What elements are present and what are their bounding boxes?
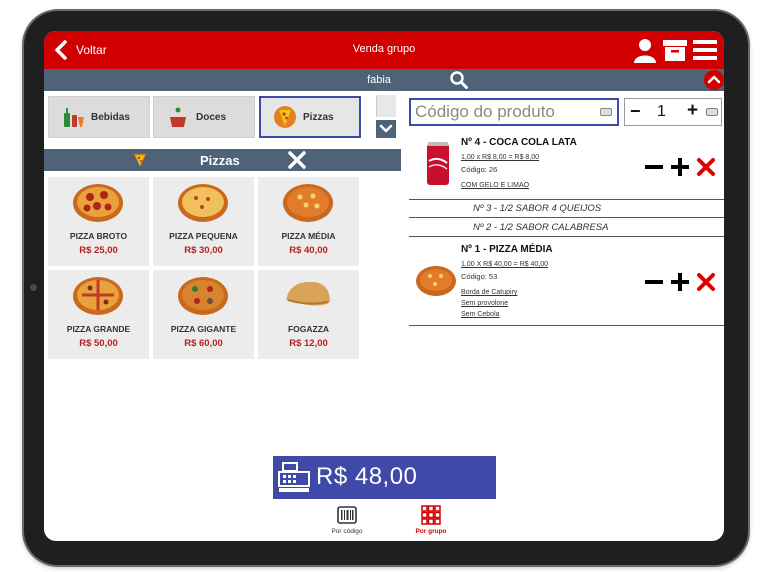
top-bar: Voltar Venda grupo	[44, 31, 724, 69]
category-doces[interactable]: Doces	[153, 96, 255, 138]
nav-por-grupo[interactable]: Por grupo	[398, 505, 464, 541]
pizza-image	[178, 184, 228, 222]
product-name: FOGAZZA	[287, 324, 330, 334]
item-note: Sem Cebola	[461, 311, 500, 318]
scrollbar[interactable]	[376, 95, 396, 117]
pizza-image	[73, 277, 123, 315]
item-line: 1,00 x R$ 8,00 = R$ 8,00	[461, 154, 540, 161]
group-title: Pizzas	[200, 153, 240, 168]
quantity-plus-button[interactable]: +	[687, 100, 698, 122]
product-name: PIZZA MÉDIA	[281, 231, 336, 241]
barcode-icon	[337, 506, 357, 524]
quantity-minus-button[interactable]: −	[630, 101, 641, 122]
pizza-image	[73, 184, 123, 222]
sweets-icon	[170, 107, 186, 127]
item-note: COM GELO E LIMAO	[461, 182, 530, 189]
app-screen: Voltar Venda grupo fabia Bebidas Doces P…	[44, 31, 724, 541]
product-card[interactable]: FOGAZZA R$ 12,00	[258, 270, 359, 359]
category-label: Bebidas	[91, 111, 130, 123]
grid-icon	[421, 505, 441, 525]
user-name: fabia	[367, 74, 391, 86]
bottom-nav: Por código Por grupo	[314, 503, 464, 541]
collapse-icon[interactable]	[704, 70, 724, 90]
product-name: PIZZA GIGANTE	[170, 324, 237, 334]
item-title: Nº 1 - PIZZA MÉDIA	[461, 244, 553, 255]
chevron-down-icon[interactable]	[376, 120, 396, 138]
keyboard-icon[interactable]	[600, 108, 612, 116]
archive-icon[interactable]	[662, 37, 688, 63]
item-code: Código: 26	[461, 165, 498, 174]
search-icon[interactable]	[449, 70, 469, 90]
category-scroller	[376, 93, 396, 141]
product-card[interactable]: PIZZA BROTO R$ 25,00	[48, 177, 149, 266]
quantity-value[interactable]: 1	[657, 103, 666, 121]
close-icon[interactable]	[287, 150, 307, 170]
product-name: PIZZA GRANDE	[66, 324, 131, 334]
half-flavor-line: Nº 2 - 1/2 SABOR CALABRESA	[409, 219, 724, 237]
nav-por-codigo[interactable]: Por código	[314, 505, 380, 541]
category-list: Bebidas Doces Pizzas	[44, 93, 404, 141]
user-icon[interactable]	[632, 37, 658, 63]
category-bebidas[interactable]: Bebidas	[48, 96, 150, 138]
product-card[interactable]: PIZZA GRANDE R$ 50,00	[48, 270, 149, 359]
product-price: R$ 40,00	[289, 245, 328, 256]
fogazza-image	[286, 281, 330, 306]
item-title: Nº 4 - COCA COLA LATA	[461, 137, 577, 148]
item-line: 1,00 X R$ 40,00 = R$ 40,00	[461, 261, 548, 268]
page-title: Venda grupo	[352, 43, 416, 55]
product-name: PIZZA PEQUENA	[169, 231, 238, 241]
minus-icon[interactable]	[644, 272, 664, 292]
keyboard-icon[interactable]	[706, 108, 718, 116]
drinks-icon	[64, 108, 84, 127]
minus-icon[interactable]	[644, 157, 664, 177]
pizza-image	[416, 266, 456, 296]
product-card[interactable]: PIZZA PEQUENA R$ 30,00	[153, 177, 254, 266]
camera-dot	[30, 284, 37, 291]
order-item: Nº 4 - COCA COLA LATA 1,00 x R$ 8,00 = R…	[409, 131, 724, 200]
total-button[interactable]: R$ 48,00	[273, 456, 496, 499]
nav-label: Por código	[331, 528, 363, 535]
half-flavor-line: Nº 3 - 1/2 SABOR 4 QUEIJOS	[409, 200, 724, 218]
quantity-stepper: − 1 +	[624, 98, 722, 126]
delete-icon[interactable]	[696, 272, 716, 292]
plus-icon[interactable]	[670, 157, 690, 177]
category-label: Doces	[196, 111, 227, 123]
item-note: Borda de Catupiry	[461, 289, 518, 296]
soda-can-image	[427, 142, 449, 185]
pizza-icon	[134, 154, 146, 167]
product-name: PIZZA BROTO	[69, 231, 128, 241]
total-value: R$ 48,00	[316, 463, 418, 490]
item-note: Sem provolone	[461, 300, 509, 307]
delete-icon[interactable]	[696, 157, 716, 177]
product-price: R$ 25,00	[79, 245, 118, 256]
pizza-image	[178, 277, 228, 315]
product-price: R$ 12,00	[289, 338, 328, 349]
item-code: Código: 53	[461, 272, 498, 281]
user-bar: fabia	[44, 69, 724, 91]
product-code-input[interactable]	[409, 98, 619, 126]
product-price: R$ 30,00	[184, 245, 223, 256]
group-header: Pizzas	[44, 149, 401, 171]
order-item: Nº 1 - PIZZA MÉDIA 1,00 X R$ 40,00 = R$ …	[409, 238, 724, 326]
cash-register-icon	[278, 462, 310, 492]
product-price: R$ 60,00	[184, 338, 223, 349]
pizza-icon	[274, 106, 296, 128]
plus-icon[interactable]	[670, 272, 690, 292]
category-pizzas[interactable]: Pizzas	[259, 96, 361, 138]
product-price: R$ 50,00	[79, 338, 118, 349]
product-card[interactable]: PIZZA MÉDIA R$ 40,00	[258, 177, 359, 266]
nav-label: Por grupo	[415, 528, 447, 535]
product-card[interactable]: PIZZA GIGANTE R$ 60,00	[153, 270, 254, 359]
menu-icon[interactable]	[692, 37, 718, 63]
category-label: Pizzas	[303, 111, 334, 123]
pizza-image	[283, 184, 333, 222]
